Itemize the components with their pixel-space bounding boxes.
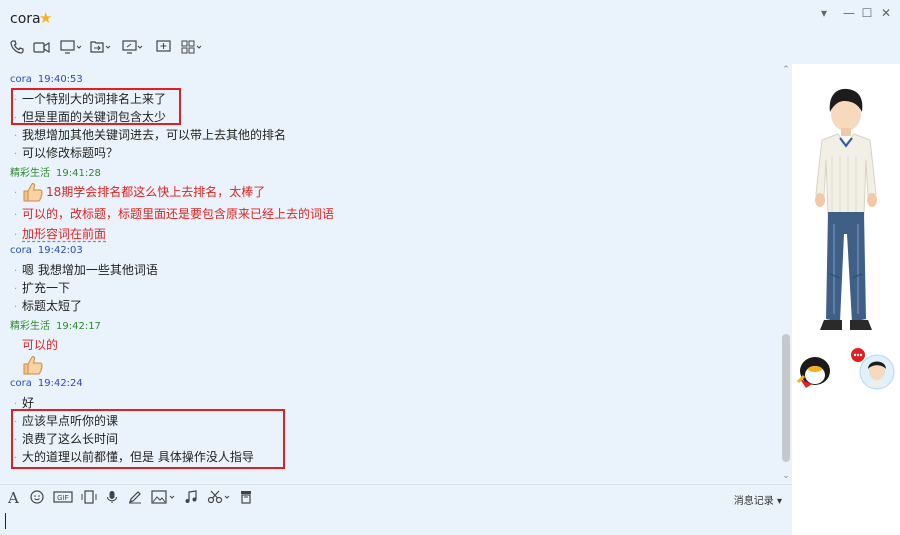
message-line: · 标题太短了 (14, 299, 83, 313)
side-panel (792, 64, 900, 535)
message-line: · 扩充一下 (14, 281, 71, 295)
minimize-icon[interactable]: — (840, 5, 858, 21)
timestamp: 19:42:17 (56, 321, 101, 332)
scroll-thumb[interactable] (782, 334, 790, 462)
chat-title: cora (10, 11, 41, 27)
star-icon[interactable]: ★ (39, 9, 52, 27)
message-line: · 加形容词在前面 (14, 227, 107, 241)
message-line: · 可以的，改标题，标题里面还是要包含原来已经上去的词语 (14, 207, 335, 221)
message-line: · 可以修改标题吗？ (14, 146, 119, 160)
font-icon[interactable]: A (8, 490, 19, 506)
chevron-down-icon[interactable]: ▾ (815, 5, 833, 21)
sender-name: cora (10, 378, 32, 389)
maximize-icon[interactable]: ☐ (858, 5, 876, 21)
highlight-box (11, 88, 181, 125)
shake-icon[interactable] (81, 490, 97, 509)
draw-icon[interactable] (128, 490, 142, 509)
timestamp: 19:40:53 (37, 74, 83, 85)
message-header: cora 19:40:53 (10, 74, 89, 85)
message-line: · 18期学会排名都这么快上去排名，太棒了 (14, 182, 265, 202)
text-cursor (5, 513, 6, 529)
whiteboard-icon[interactable] (156, 40, 171, 58)
chat-history[interactable]: cora 19:40:53 · 一个特别大的词排名上来了 · 但是里面的关键词包含太少… (0, 64, 780, 484)
phone-icon[interactable] (10, 40, 24, 58)
timestamp: 19:42:24 (37, 378, 83, 389)
screenshot-icon[interactable] (207, 490, 233, 509)
highlight-box (11, 409, 285, 469)
svg-text:GIF: GIF (57, 495, 69, 502)
message-header: 精彩生活 19:42:17 (10, 317, 107, 332)
input-toolbar: A GIF 消息记录 ▾ (0, 484, 792, 510)
message-header: 精彩生活 19:41:28 (10, 164, 107, 179)
timestamp: 19:41:28 (56, 168, 101, 179)
scroll-down-icon[interactable]: ⌄ (781, 471, 791, 481)
thumbs-up-icon (22, 355, 44, 375)
message-input[interactable] (0, 510, 792, 535)
message-header: cora 19:42:24 (10, 378, 89, 389)
message-history-button[interactable]: 消息记录 ▾ (734, 492, 782, 507)
trash-icon[interactable] (240, 490, 252, 509)
close-icon[interactable]: ✕ (877, 5, 895, 21)
screen-share-icon[interactable] (60, 40, 82, 58)
message-header: cora 19:42:03 (10, 245, 89, 256)
emoji-icon[interactable] (30, 490, 44, 509)
timestamp: 19:42:03 (37, 245, 83, 256)
voice-icon[interactable] (106, 490, 118, 509)
image-icon[interactable] (151, 490, 177, 509)
sender-name: cora (10, 74, 32, 85)
message-line: 可以的 (22, 338, 59, 352)
title-bar: cora ★ ▾ — ☐ ✕ (0, 0, 900, 36)
chat-scrollbar[interactable]: ⌃ ⌄ (780, 64, 792, 484)
music-icon[interactable] (184, 490, 198, 509)
sender-name: cora (10, 245, 32, 256)
file-transfer-icon[interactable] (90, 40, 112, 58)
message-line: · 我想增加其他关键词进去，可以带上去其他的排名 (14, 128, 287, 142)
chat-toolbar (0, 36, 230, 62)
message-line (14, 355, 46, 375)
message-line: · 嗯 我想增加一些其他词语 (14, 263, 158, 277)
scroll-up-icon[interactable]: ⌃ (781, 65, 791, 75)
remote-desktop-icon[interactable] (122, 40, 144, 58)
apps-grid-icon[interactable] (181, 40, 203, 58)
sender-name: 精彩生活 (10, 168, 50, 179)
sender-name: 精彩生活 (10, 321, 50, 332)
thumbs-up-icon (22, 182, 44, 202)
video-call-icon[interactable] (33, 40, 50, 58)
gif-icon[interactable]: GIF (53, 490, 73, 509)
avatar-show (796, 88, 895, 390)
